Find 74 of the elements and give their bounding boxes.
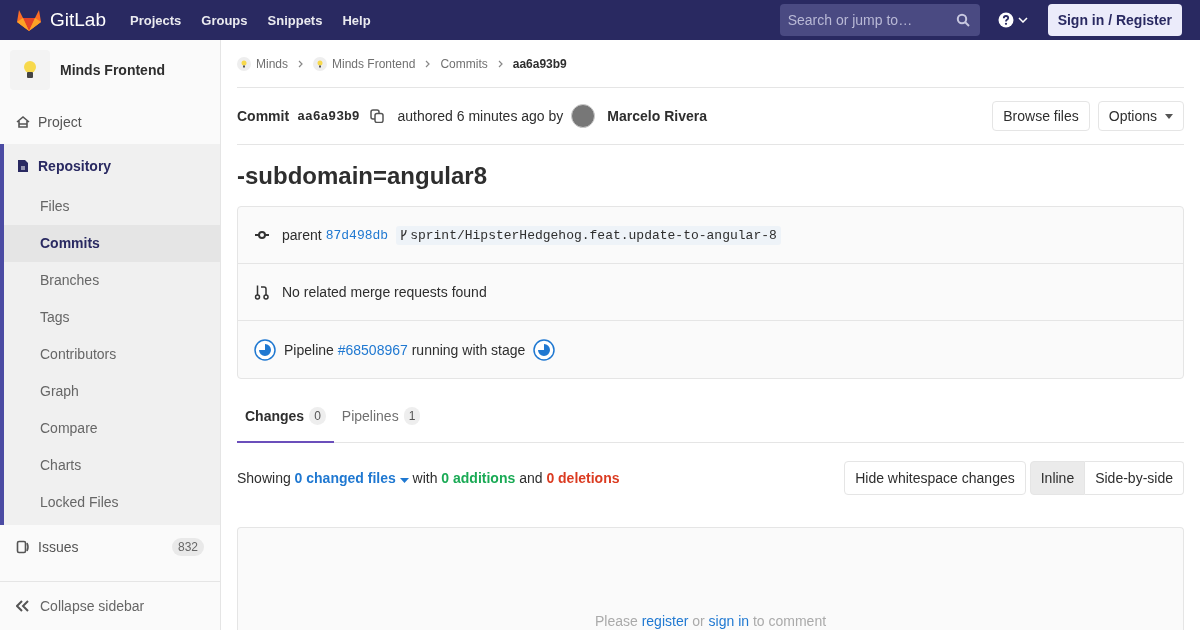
commit-title: -subdomain=angular8 (237, 161, 489, 191)
tab[interactable]: Changes 0 (237, 391, 334, 443)
merge-requests-text: No related merge requests found (282, 284, 487, 300)
sidebar-item[interactable]: Project (0, 100, 220, 144)
breadcrumb-link[interactable]: Commits (440, 56, 488, 71)
sign-in-link[interactable]: sign in (708, 613, 750, 629)
view-toggle[interactable]: Side-by-side (1085, 461, 1184, 495)
pipeline-link[interactable]: #68508967 (337, 341, 408, 358)
project-name[interactable]: Minds Frontend (60, 62, 165, 78)
pipeline-running-icon[interactable] (254, 338, 276, 361)
sidebar-subitem[interactable]: Commits (4, 225, 220, 262)
parent-commit-link[interactable]: 87d498db (325, 227, 389, 243)
chevron-right-icon (425, 59, 431, 68)
nav-link[interactable]: Projects (130, 12, 182, 28)
collapse-sidebar-link[interactable]: Collapse sidebar (0, 581, 220, 630)
lightbulb-icon (23, 60, 37, 80)
branch-name[interactable]: sprint/HipsterHedgehog.feat.update-to-angular-8 (396, 225, 781, 245)
breadcrumb-link[interactable]: aa6a93b9 (512, 56, 567, 71)
chevron-right-icon (497, 59, 503, 68)
issues-icon (16, 540, 30, 554)
pipeline-status-text: Pipeline #68508967 running with stage (284, 341, 526, 358)
sidebar-subitem[interactable]: Contributors (4, 336, 220, 373)
sidebar-subitem[interactable]: Graph (4, 373, 220, 410)
double-chevron-left-icon (16, 600, 30, 612)
copy-icon[interactable] (369, 109, 384, 123)
breadcrumb-link[interactable]: Minds (237, 56, 288, 71)
commit-icon (254, 230, 270, 240)
breadcrumb-link[interactable]: Minds Frontend (313, 56, 416, 71)
hide-whitespace-button[interactable]: Hide whitespace changes (844, 461, 1026, 495)
changed-files-dropdown[interactable]: 0 changed files (294, 470, 409, 486)
question-icon (997, 12, 1014, 28)
search-field[interactable]: Search or jump to… (779, 4, 980, 36)
tab[interactable]: Pipelines 1 (333, 391, 429, 443)
issue-count: 832 (171, 538, 204, 556)
comment-prompt: Please register or sign in to comment (594, 614, 827, 629)
chevron-down-icon (1017, 17, 1028, 23)
author-link[interactable]: Marcelo Rivera (607, 108, 707, 124)
parent-label: parent (282, 227, 322, 243)
sidebar-item[interactable]: Issues 832 (0, 525, 220, 569)
lightbulb-icon (313, 56, 327, 71)
sidebar-subitem[interactable]: Charts (4, 447, 220, 484)
diff-summary-text: Showing 0 changed files with 0 additions and 0 deletions (237, 470, 620, 486)
sidebar-subitem[interactable]: Branches (4, 262, 220, 299)
sidebar-subitem[interactable]: Compare (4, 410, 220, 447)
sidebar-subitem[interactable]: Tags (4, 299, 220, 336)
commit-sha: aa6a93b9 (297, 108, 360, 124)
sidebar-subitem[interactable]: Files (4, 188, 220, 225)
home-icon (16, 115, 30, 129)
branch-icon (400, 229, 409, 241)
nav-link[interactable]: Help (342, 12, 371, 28)
view-toggle[interactable]: Inline (1029, 461, 1086, 495)
register-link[interactable]: register (641, 613, 689, 629)
nav-link[interactable]: Groups (201, 12, 248, 28)
sign-in-button[interactable]: Sign in / Register (1047, 4, 1182, 36)
author-avatar[interactable] (571, 104, 596, 128)
caret-down-icon (399, 478, 409, 483)
nav-link[interactable]: Snippets (267, 12, 323, 28)
caret-down-icon (1165, 113, 1173, 119)
sidebar-subitem[interactable]: Locked Files (4, 484, 220, 521)
search-icon (955, 13, 970, 27)
commit-label: Commit (237, 108, 290, 124)
options-dropdown[interactable]: Options (1097, 101, 1184, 131)
fox-logo-icon[interactable] (16, 8, 42, 32)
help-dropdown[interactable] (997, 12, 1028, 28)
brand-name[interactable]: GitLab (50, 9, 106, 31)
pipeline-running-icon[interactable] (533, 338, 556, 361)
browse-files-button[interactable]: Browse files (992, 101, 1090, 131)
chevron-right-icon (298, 59, 303, 68)
project-avatar[interactable] (10, 50, 50, 90)
lightbulb-icon (237, 56, 251, 71)
document-icon (16, 159, 30, 173)
merge-request-icon (254, 284, 270, 300)
authored-text: authored 6 minutes ago by (397, 108, 564, 124)
sidebar-item[interactable]: Repository (4, 144, 220, 188)
